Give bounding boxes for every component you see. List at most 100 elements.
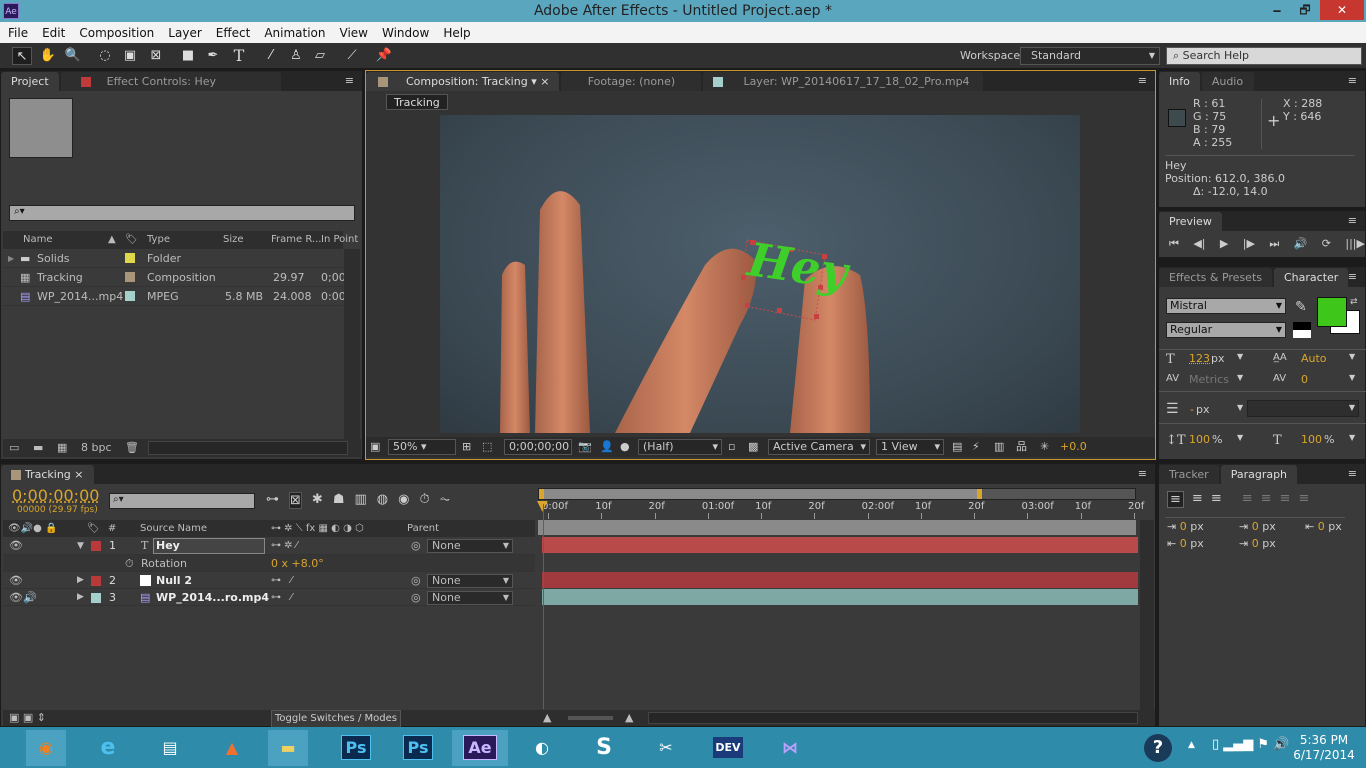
rotation-value[interactable]: 0 x +8.0° <box>271 555 324 572</box>
label-tag-icon[interactable]: 🏷 <box>125 231 138 249</box>
font-size-value[interactable]: 123 <box>1189 352 1210 365</box>
zoom-out-icon[interactable]: ▲ <box>543 710 551 726</box>
menu-view[interactable]: View <box>340 26 368 40</box>
stroke-width-dropdown[interactable]: ▼ <box>1237 403 1243 412</box>
vertical-scale-value[interactable]: 100 <box>1189 433 1210 446</box>
parent-dropdown[interactable]: None ▼ <box>427 574 513 588</box>
kerning-value[interactable]: Metrics <box>1189 373 1229 386</box>
col-size[interactable]: Size <box>223 231 244 249</box>
always-preview-icon[interactable]: ▣ <box>370 437 380 457</box>
comp-mini-flowchart-icon[interactable]: ⊶ <box>266 492 279 509</box>
panel-menu-icon[interactable]: ≡ <box>1138 467 1147 480</box>
mask-visibility-icon[interactable]: ⬚ <box>482 437 492 457</box>
layer-bar[interactable] <box>542 589 1138 605</box>
timeline-search-input[interactable]: ⌕▾ <box>109 493 255 509</box>
play-button[interactable]: ▶ <box>1220 237 1228 251</box>
taskbar-snipping-tool[interactable]: ✂ <box>646 730 686 766</box>
layer-switches[interactable]: ⊶ ✲ ⁄ <box>271 537 297 555</box>
justify-all-icon[interactable]: ≡ <box>1298 491 1309 508</box>
col-in-point[interactable]: In Point <box>321 231 358 249</box>
project-item[interactable]: ▦ Tracking Composition 29.97 0;00 <box>3 268 343 287</box>
last-frame-button[interactable]: ⏭ <box>1269 237 1279 251</box>
work-area-range[interactable] <box>539 489 979 499</box>
title-action-safe-icon[interactable]: ⊞ <box>462 437 471 457</box>
expand-arrow-icon[interactable]: ▶ <box>8 249 14 268</box>
kerning-dropdown[interactable]: ▼ <box>1237 373 1243 382</box>
rotation-tool-icon[interactable]: ◌ <box>95 47 115 65</box>
roto-brush-tool-icon[interactable]: ⟋ <box>342 47 362 65</box>
panel-menu-icon[interactable]: ≡ <box>1348 467 1357 480</box>
fill-color-swatch-front[interactable] <box>1317 297 1347 327</box>
panel-menu-icon[interactable]: ≡ <box>1348 270 1357 283</box>
timeline-horizontal-scrollbar[interactable] <box>648 712 1138 724</box>
label-color-swatch[interactable] <box>91 541 101 551</box>
justify-center-icon[interactable]: ≡ <box>1261 491 1272 508</box>
expand-arrow-icon[interactable]: ▶ <box>77 589 84 606</box>
menu-help[interactable]: Help <box>443 26 470 40</box>
search-help-input[interactable]: ⌕ Search Help <box>1166 47 1362 65</box>
stopwatch-icon[interactable]: ⏱ <box>419 492 429 509</box>
current-time-display[interactable]: 0;00;00;00 <box>12 486 99 505</box>
project-item[interactable]: ▤ WP_2014...mp4 MPEG 5.8 MB 24.008 0:00 <box>3 287 343 306</box>
restore-button[interactable]: 🗗 <box>1290 0 1320 20</box>
flowchart-icon[interactable]: 品 <box>1016 437 1027 457</box>
layer-bar[interactable] <box>542 572 1138 588</box>
tab-info[interactable]: Info <box>1159 72 1200 91</box>
justify-right-icon[interactable]: ≡ <box>1280 491 1291 508</box>
pen-tool-icon[interactable]: ✒ <box>203 47 223 65</box>
loop-button[interactable]: ⟳ <box>1322 237 1331 251</box>
visibility-icon[interactable]: 👁 <box>9 537 23 555</box>
menu-layer[interactable]: Layer <box>168 26 201 40</box>
work-area-bar[interactable] <box>538 488 1136 500</box>
previous-frame-button[interactable]: ◀| <box>1193 237 1205 251</box>
indent-left-value[interactable]: 0 <box>1180 520 1187 533</box>
taskbar-dev[interactable]: DEV <box>708 730 748 766</box>
label-color-swatch[interactable] <box>125 253 135 263</box>
brush-tool-icon[interactable]: ⁄ <box>261 47 281 65</box>
visibility-icon[interactable]: 👁 <box>9 572 23 589</box>
close-button[interactable]: ✕ <box>1320 0 1364 20</box>
zoom-tool-icon[interactable]: 🔍 <box>63 47 83 65</box>
layer-name-input[interactable]: Hey <box>153 538 265 554</box>
indent-right-value[interactable]: 0 <box>1318 520 1325 533</box>
col-name[interactable]: Name <box>23 231 53 249</box>
exposure-icon[interactable]: ✳ <box>1040 437 1049 457</box>
time-ruler[interactable]: 0:00f 10f 20f 01:00f 10f 20f 02:00f 10f 20f 03:00… <box>538 500 1136 520</box>
menu-edit[interactable]: Edit <box>42 26 65 40</box>
breadcrumb[interactable]: Tracking <box>386 94 448 110</box>
panel-menu-icon[interactable]: ≡ <box>1348 74 1357 87</box>
vertical-scale-dropdown[interactable]: ▼ <box>1237 433 1243 442</box>
new-composition-icon[interactable]: ▦ <box>57 439 67 457</box>
work-area-end-handle[interactable] <box>977 489 982 499</box>
pan-behind-tool-icon[interactable]: ⊠ <box>146 47 166 65</box>
tab-effects-presets[interactable]: Effects & Presets <box>1159 268 1272 287</box>
project-search-input[interactable]: ⌕▾ <box>9 205 355 221</box>
show-snapshot-icon[interactable]: 👤 <box>600 437 614 457</box>
stopwatch-icon[interactable]: ⏱ <box>125 555 134 572</box>
horizontal-scale-value[interactable]: 100 <box>1301 433 1322 446</box>
draft-3d-icon[interactable]: ✱ <box>312 492 323 509</box>
audio-button[interactable]: 🔊 <box>1294 237 1308 251</box>
indent-first-value[interactable]: 0 <box>1252 520 1259 533</box>
layer-row[interactable]: 👁 ▼ 1 T Hey ⊶ ✲ ⁄ ◎ None ▼ <box>3 537 535 555</box>
font-family-dropdown[interactable]: Mistral ▼ <box>1166 298 1286 314</box>
help-icon[interactable]: ? <box>1144 734 1172 762</box>
taskbar-photoshop-2[interactable]: Ps <box>398 730 438 766</box>
label-color-swatch[interactable] <box>91 576 101 586</box>
menu-animation[interactable]: Animation <box>264 26 325 40</box>
motion-blur-icon[interactable]: ◍ <box>377 492 388 509</box>
navigator-bar[interactable] <box>538 520 1136 535</box>
justify-left-icon[interactable]: ≡ <box>1242 491 1253 508</box>
snapshot-icon[interactable]: 📷 <box>578 437 592 457</box>
align-right-icon[interactable]: ≡ <box>1211 491 1222 508</box>
stroke-style-dropdown[interactable]: ▼ <box>1247 400 1359 417</box>
first-frame-button[interactable]: ⏮ <box>1169 237 1179 251</box>
expand-panes-icon[interactable]: ▣ ▣ ⇕ <box>9 710 46 726</box>
parent-dropdown[interactable]: None ▼ <box>427 591 513 605</box>
taskbar-skype[interactable]: S <box>584 730 624 766</box>
taskbar-visual-studio[interactable]: ⋈ <box>770 730 810 766</box>
project-horizontal-scrollbar[interactable] <box>148 441 348 455</box>
live-update-icon[interactable]: ⊠ <box>289 492 302 509</box>
tab-audio[interactable]: Audio <box>1202 72 1254 91</box>
project-item[interactable]: ▶ ▬ Solids Folder <box>3 249 343 268</box>
